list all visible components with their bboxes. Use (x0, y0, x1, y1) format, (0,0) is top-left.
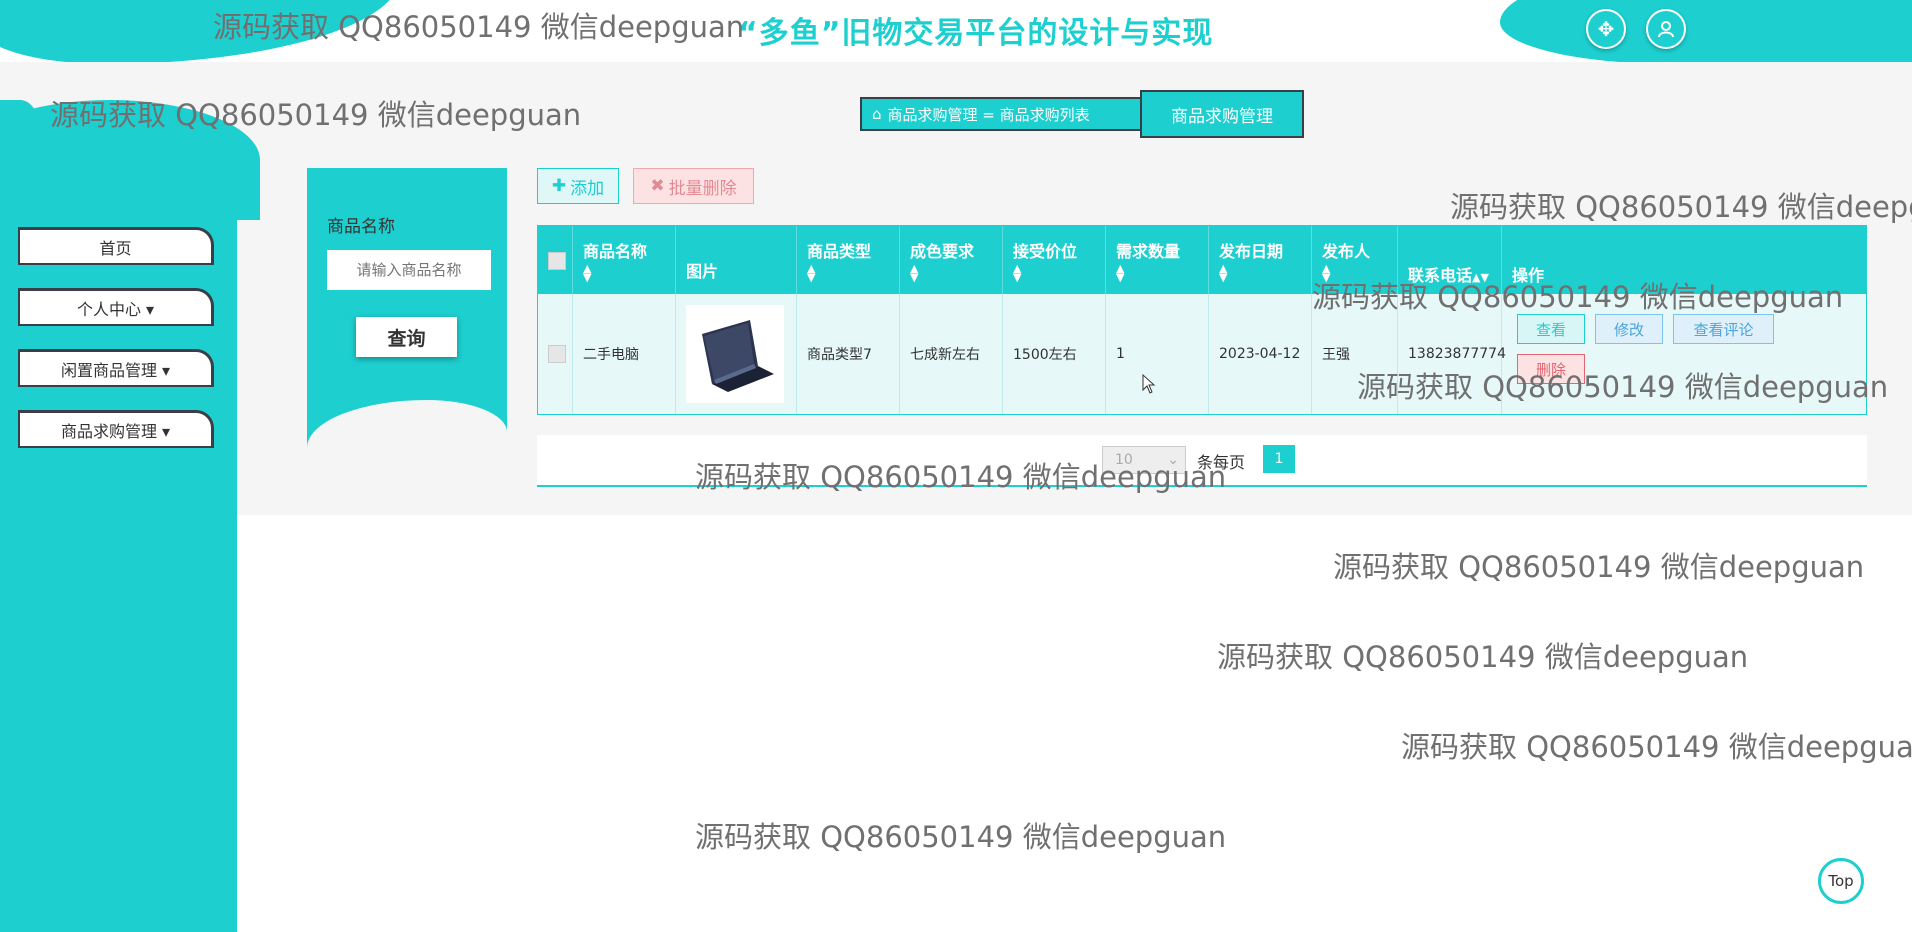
cell-price: 1500左右 (1003, 294, 1106, 414)
expand-icon: ✥ (1597, 17, 1615, 41)
sidebar-item-purchase-requests[interactable]: 商品求购管理 ▾ (18, 410, 214, 448)
breadcrumb-path[interactable]: 商品求购管理 = 商品求购列表 (888, 104, 1090, 125)
column-header-price[interactable]: 接受价位 ▲ ▼ (1003, 226, 1106, 294)
back-to-top-button[interactable]: Top (1818, 858, 1864, 904)
watermark-text: 源码获取 QQ86050149 微信deepguan (1450, 190, 1912, 224)
cell-type: 商品类型7 (797, 294, 900, 414)
search-label: 商品名称 (327, 217, 395, 237)
cell-date: 2023-04-12 (1209, 294, 1312, 414)
sidebar-item-home[interactable]: 首页 (18, 227, 214, 265)
batch-delete-button[interactable]: ✖ 批量删除 (633, 168, 754, 204)
sidebar-decoration-left (0, 100, 40, 160)
column-header-quantity[interactable]: 需求数量 ▲ ▼ (1106, 226, 1209, 294)
select-all-checkbox[interactable] (548, 252, 566, 270)
page-number-button[interactable]: 1 (1263, 445, 1295, 473)
add-label: 添加 (570, 178, 605, 199)
search-button[interactable]: 查询 (356, 317, 457, 357)
select-all-cell (538, 226, 573, 294)
cell-image (676, 294, 797, 414)
laptop-photo[interactable] (686, 305, 784, 403)
watermark-text: 源码获取 QQ86050149 微信deepguan (695, 820, 1227, 854)
breadcrumb-current: 商品求购管理 (1140, 90, 1304, 138)
fullscreen-button[interactable]: ✥ (1586, 9, 1626, 49)
watermark-text: 源码获取 QQ86050149 微信deepguan (1312, 280, 1844, 314)
column-header-date[interactable]: 发布日期 ▲ ▼ (1209, 226, 1312, 294)
sort-icon: ▲▼ (1013, 262, 1022, 284)
user-icon (1658, 21, 1674, 38)
batch-delete-label: 批量删除 (668, 178, 737, 199)
mouse-cursor-icon (1142, 374, 1156, 394)
cell-name: 二手电脑 (573, 294, 676, 414)
sidebar-item-personal-center[interactable]: 个人中心 ▾ (18, 288, 214, 326)
view-comments-button[interactable]: 查看评论 (1673, 314, 1774, 344)
search-input[interactable] (327, 250, 491, 290)
sort-icon: ▲▼ (1219, 262, 1228, 284)
cell-quantity: 1 (1106, 294, 1209, 414)
column-header-condition[interactable]: 成色要求 ▲ ▼ (900, 226, 1003, 294)
watermark-text: 源码获取 QQ86050149 微信deepguan (213, 10, 745, 44)
site-title: “多鱼”旧物交易平台的设计与实现 (738, 16, 1214, 51)
cell-condition: 七成新左右 (900, 294, 1003, 414)
edit-button[interactable]: 修改 (1595, 314, 1663, 344)
user-button[interactable] (1646, 9, 1686, 49)
home-icon: ⌂ (872, 105, 882, 123)
watermark-text: 源码获取 QQ86050149 微信deepguan (1333, 550, 1865, 584)
close-icon: ✖ (650, 176, 665, 196)
watermark-text: 源码获取 QQ86050149 微信deepguan (50, 98, 582, 132)
sidebar (0, 160, 237, 932)
add-button[interactable]: ✚ 添加 (537, 168, 619, 204)
view-button[interactable]: 查看 (1517, 314, 1585, 344)
breadcrumb: ⌂ 商品求购管理 = 商品求购列表 (860, 97, 1146, 131)
column-header-name[interactable]: 商品名称 ▲ ▼ (573, 226, 676, 294)
row-select-cell (538, 294, 573, 414)
sidebar-item-idle-goods[interactable]: 闲置商品管理 ▾ (18, 349, 214, 387)
column-header-image: 图片 (676, 226, 797, 294)
sort-icon: ▲▼ (807, 262, 816, 284)
watermark-text: 源码获取 QQ86050149 微信deepguan (695, 460, 1227, 494)
sort-icon: ▲▼ (1116, 262, 1125, 284)
row-checkbox[interactable] (548, 345, 566, 363)
watermark-text: 源码获取 QQ86050149 微信deepguan (1401, 730, 1912, 764)
sort-icon: ▲▼ (910, 262, 919, 284)
plus-icon: ✚ (551, 176, 567, 196)
watermark-text: 源码获取 QQ86050149 微信deepguan (1357, 370, 1889, 404)
laptop-image (702, 320, 774, 392)
header-decoration-right (1500, 0, 1912, 64)
sort-icon: ▲▼ (583, 262, 592, 284)
watermark-text: 源码获取 QQ86050149 微信deepguan (1217, 640, 1749, 674)
column-header-type[interactable]: 商品类型 ▲ ▼ (797, 226, 900, 294)
